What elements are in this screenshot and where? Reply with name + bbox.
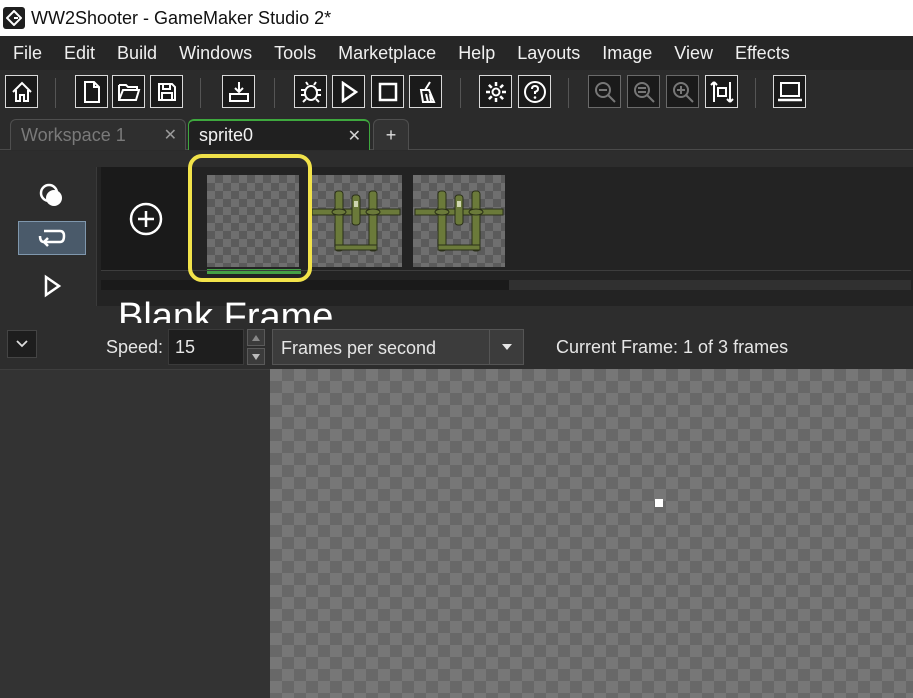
menu-edit[interactable]: Edit <box>53 36 106 70</box>
speed-label: Speed: <box>106 337 164 357</box>
question-icon <box>523 80 546 103</box>
onion-skin-button[interactable] <box>18 179 86 213</box>
loop-toggle-button[interactable] <box>18 221 86 255</box>
window-title: WW2Shooter - GameMaker Studio 2* <box>31 7 332 28</box>
triangle-down-icon <box>252 353 260 360</box>
laptop-icon <box>777 81 802 101</box>
new-project-button[interactable] <box>75 75 108 108</box>
speed-unit-select[interactable]: Frames per second <box>272 329 524 365</box>
speed-unit-value: Frames per second <box>281 338 437 358</box>
toolbar-separator <box>55 78 56 108</box>
home-button[interactable] <box>5 75 38 108</box>
menu-view[interactable]: View <box>663 36 724 70</box>
tab-workspace-1[interactable]: Workspace 1 ✕ <box>10 119 186 150</box>
triangle-up-icon <box>252 334 260 341</box>
bug-icon <box>300 80 321 103</box>
loop-icon <box>38 229 66 247</box>
stop-button[interactable] <box>371 75 404 108</box>
fit-icon <box>709 80 734 103</box>
menu-layouts[interactable]: Layouts <box>506 36 591 70</box>
menu-marketplace[interactable]: Marketplace <box>327 36 447 70</box>
current-frame-readout: Current Frame: 1 of 3 frames <box>556 337 789 357</box>
download-tray-icon <box>228 81 249 102</box>
speed-stepper[interactable] <box>247 329 265 365</box>
toolbar-separator <box>568 78 569 108</box>
open-folder-icon <box>117 83 140 101</box>
frame-thumbnail-2[interactable] <box>310 175 402 267</box>
zoom-reset-button[interactable] <box>627 75 660 108</box>
create-executable-button[interactable] <box>222 75 255 108</box>
tab-bar: Workspace 1 ✕ sprite0 ✕ + <box>0 116 913 150</box>
new-file-icon <box>83 80 100 103</box>
toolbar-separator <box>460 78 461 108</box>
stepper-up-button[interactable] <box>247 329 265 346</box>
canvas-pixel <box>655 499 663 507</box>
gear-icon <box>485 81 506 102</box>
zoom-in-icon <box>672 81 694 103</box>
target-device-button[interactable] <box>773 75 806 108</box>
collapse-button[interactable] <box>7 330 37 358</box>
broom-icon <box>419 80 435 103</box>
toolbar-separator <box>274 78 275 108</box>
playback-bar: Speed: 15 Frames per second Current Fram… <box>0 323 913 369</box>
frame-side-controls <box>10 161 94 311</box>
zoom-out-button[interactable] <box>588 75 621 108</box>
menu-windows[interactable]: Windows <box>168 36 263 70</box>
sprite-canvas[interactable] <box>270 369 913 698</box>
toolbar-separator <box>755 78 756 108</box>
game-options-button[interactable] <box>479 75 512 108</box>
tab-sprite0[interactable]: sprite0 ✕ <box>188 119 370 150</box>
tab-label: Workspace 1 <box>21 124 126 145</box>
plus-circle-icon <box>129 202 163 235</box>
new-tab-button[interactable]: + <box>373 119 409 150</box>
add-frame-button[interactable] <box>101 167 191 270</box>
tab-label: sprite0 <box>199 125 254 145</box>
close-icon[interactable]: ✕ <box>164 125 177 145</box>
menu-build[interactable]: Build <box>106 36 168 70</box>
help-button[interactable] <box>518 75 551 108</box>
menu-file[interactable]: File <box>0 36 53 70</box>
stop-icon <box>378 82 397 101</box>
chevron-down-icon <box>16 340 28 348</box>
onion-skin-icon <box>39 183 62 206</box>
main-toolbar <box>0 70 913 116</box>
title-bar: WW2Shooter - GameMaker Studio 2* <box>0 0 913 36</box>
menu-help[interactable]: Help <box>447 36 506 70</box>
gamemaker-logo-icon <box>3 7 25 29</box>
layers-panel <box>0 369 270 698</box>
menu-effects[interactable]: Effects <box>724 36 801 70</box>
plane-sprite-icon <box>414 190 504 252</box>
speed-input[interactable]: 15 <box>168 329 244 365</box>
fit-button[interactable] <box>705 75 738 108</box>
play-icon <box>44 274 62 298</box>
close-icon[interactable]: ✕ <box>348 126 361 146</box>
blank-frame-highlight <box>188 154 312 282</box>
save-button[interactable] <box>150 75 183 108</box>
run-button[interactable] <box>332 75 365 108</box>
frame-thumbnail-3[interactable] <box>413 175 505 267</box>
zoom-reset-icon <box>633 81 655 103</box>
play-animation-button[interactable] <box>18 269 86 303</box>
stepper-down-button[interactable] <box>247 348 265 365</box>
clean-button[interactable] <box>409 75 442 108</box>
plane-sprite-icon <box>311 190 401 252</box>
menu-image[interactable]: Image <box>591 36 663 70</box>
scrollbar-thumb[interactable] <box>101 280 509 290</box>
menu-tools[interactable]: Tools <box>263 36 327 70</box>
debug-button[interactable] <box>294 75 327 108</box>
zoom-in-button[interactable] <box>666 75 699 108</box>
home-icon <box>11 81 32 102</box>
zoom-out-icon <box>594 81 616 103</box>
menu-bar: File Edit Build Windows Tools Marketplac… <box>0 36 913 70</box>
save-icon <box>157 82 176 101</box>
open-project-button[interactable] <box>112 75 145 108</box>
toolbar-separator <box>200 78 201 108</box>
dropdown-arrow-icon[interactable] <box>489 330 523 364</box>
play-icon <box>341 80 358 103</box>
